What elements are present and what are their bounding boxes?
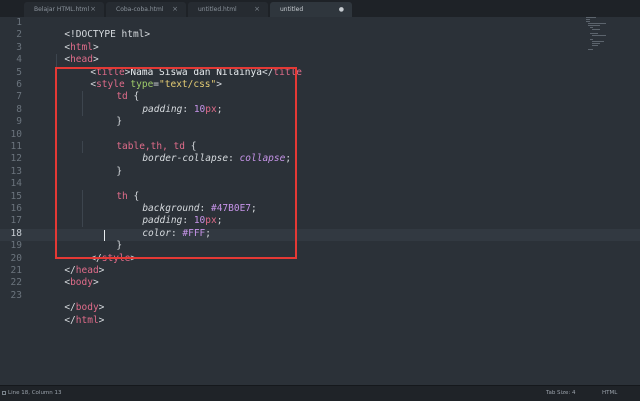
minimap[interactable] <box>586 17 616 51</box>
line-number: 7 <box>16 91 22 103</box>
line-number: 5 <box>16 66 22 78</box>
line-number: 23 <box>10 289 22 301</box>
line-number: 19 <box>10 240 22 252</box>
highlight-box <box>55 67 297 259</box>
close-icon[interactable]: × <box>172 2 178 17</box>
line-number: 20 <box>10 252 22 264</box>
code-line: <head> <box>64 54 99 66</box>
line-number: 17 <box>10 215 22 227</box>
tab-label: Coba-coba.html <box>116 6 164 13</box>
code-line: <body> <box>64 277 99 289</box>
line-number: 21 <box>10 265 22 276</box>
tab-untitled-html[interactable]: untitled.html × <box>188 2 268 17</box>
tab-untitled[interactable]: untitled ● <box>270 2 352 17</box>
minimap-line <box>590 39 593 40</box>
line-number: 2 <box>16 29 22 41</box>
minimap-line <box>592 41 604 42</box>
code-line: </html> <box>64 314 105 326</box>
line-number: 8 <box>16 103 22 115</box>
minimap-line <box>592 45 598 46</box>
line-number: 12 <box>10 153 22 165</box>
status-bar: Line 18, Column 13 Tab Size: 4 HTML <box>0 385 640 401</box>
line-number: 16 <box>10 203 22 214</box>
tab-belajar-html[interactable]: Belajar HTML.html × <box>24 2 104 17</box>
code-line: <html> <box>64 41 99 53</box>
minimap-line <box>588 49 593 50</box>
code-line: <title>Nama Siswa dan Nilainya</title <box>90 66 303 78</box>
line-number: 15 <box>10 190 22 202</box>
code-line: <!DOCTYPE html> <box>64 29 151 41</box>
line-number: 10 <box>10 128 22 140</box>
line-number: 9 <box>16 116 22 128</box>
tab-coba-coba[interactable]: Coba-coba.html × <box>106 2 186 17</box>
line-number-current: 18 <box>10 227 22 239</box>
minimap-line <box>586 21 590 22</box>
code-content[interactable]: <!DOCTYPE html> <html> <head> <title>Nam… <box>30 17 302 325</box>
line-number: 1 <box>16 17 22 28</box>
syntax-indicator[interactable]: HTML <box>602 386 617 401</box>
cursor-position[interactable]: Line 18, Column 13 <box>8 386 62 401</box>
minimap-line <box>592 29 600 30</box>
panel-toggle-icon[interactable] <box>2 391 6 395</box>
tab-bar: Belajar HTML.html × Coba-coba.html × unt… <box>0 0 640 18</box>
minimap-line <box>592 43 600 44</box>
close-icon[interactable]: × <box>254 2 260 17</box>
minimap-line <box>586 19 590 20</box>
tab-label: untitled.html <box>198 6 237 13</box>
line-number: 14 <box>10 178 22 190</box>
minimap-line <box>588 25 600 26</box>
line-number: 4 <box>16 54 22 66</box>
minimap-line <box>590 27 593 28</box>
minimap-line <box>590 33 598 34</box>
minimap-line <box>588 23 606 24</box>
tab-label: Belajar HTML.html <box>34 6 90 13</box>
minimap-line <box>592 35 606 36</box>
tab-label: untitled <box>280 6 304 13</box>
code-line: </body> <box>64 302 105 314</box>
code-editor[interactable]: 1 2 3 4 5 6 7 8 9 10 11 12 13 14 15 16 1… <box>0 17 640 385</box>
line-number: 3 <box>16 41 22 53</box>
line-number: 6 <box>16 79 22 90</box>
tab-size-indicator[interactable]: Tab Size: 4 <box>546 386 575 401</box>
line-number: 11 <box>10 141 22 152</box>
close-icon[interactable]: × <box>90 2 96 17</box>
line-number-gutter: 1 2 3 4 5 6 7 8 9 10 11 12 13 14 15 16 1… <box>0 17 22 385</box>
line-number: 22 <box>10 277 22 289</box>
unsaved-dot-icon[interactable]: ● <box>339 2 344 17</box>
line-number: 13 <box>10 165 22 177</box>
minimap-line <box>586 17 596 18</box>
